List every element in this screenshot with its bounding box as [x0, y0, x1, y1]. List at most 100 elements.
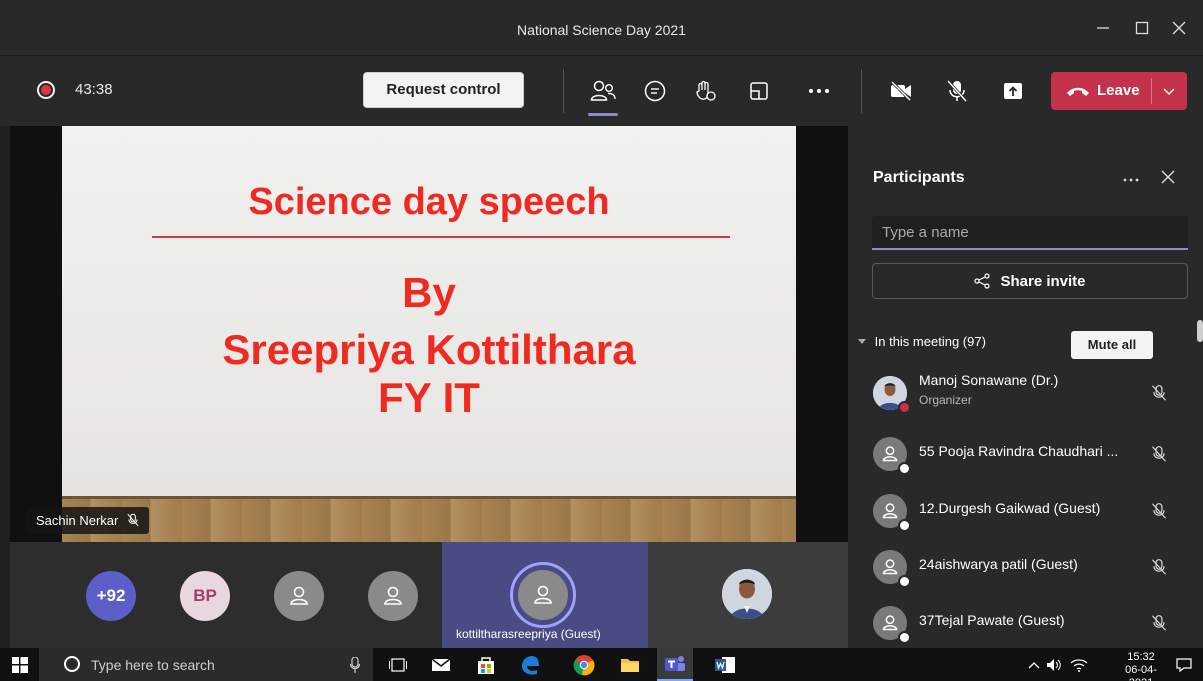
system-clock[interactable]: 15:32 06-04-2021 [1114, 651, 1168, 681]
close-icon [1161, 170, 1175, 184]
word-app-button[interactable] [707, 648, 743, 681]
share-invite-button[interactable]: Share invite [872, 263, 1188, 299]
volume-icon[interactable] [1046, 658, 1062, 672]
participant-search-input[interactable]: Type a name [872, 216, 1188, 250]
word-icon [715, 656, 735, 673]
person-icon [882, 615, 898, 631]
overflow-participants-button[interactable]: +92 [86, 571, 136, 621]
mic-off-icon [1152, 503, 1166, 519]
teams-icon [665, 655, 685, 671]
maximize-button[interactable] [1127, 14, 1157, 44]
window-title: National Science Day 2021 [517, 22, 686, 38]
store-app-button[interactable] [468, 648, 504, 681]
presentation-slide: Science day speech By Sreepriya Kottilth… [62, 126, 796, 542]
share-icon [974, 273, 991, 289]
mute-all-button[interactable]: Mute all [1071, 331, 1153, 359]
chevron-down-icon[interactable] [1163, 88, 1175, 96]
participant-name: 12.Durgesh Gaikwad (Guest) [919, 500, 1101, 516]
avatar[interactable] [368, 571, 418, 621]
toolbar-divider [563, 69, 564, 113]
share-invite-label: Share invite [1000, 272, 1086, 290]
mic-off-icon [1152, 385, 1166, 401]
chevron-up-icon[interactable] [1028, 661, 1040, 669]
wifi-icon[interactable] [1070, 658, 1088, 672]
mic-off-icon [946, 79, 968, 103]
participant-gallery: +92 BP kottiltharasreepriya (Guest) [10, 542, 848, 648]
panel-title: Participants [873, 169, 965, 186]
raise-hand-icon [696, 80, 716, 101]
participants-panel: Participants Type a name Share invite In… [848, 126, 1203, 648]
edge-browser-icon [522, 655, 539, 675]
caret-down-icon [858, 339, 866, 344]
scrollbar-thumb[interactable] [1197, 320, 1203, 342]
avatar[interactable] [274, 571, 324, 621]
show-chat-button[interactable] [638, 74, 672, 108]
file-explorer-button[interactable] [612, 648, 648, 681]
minimize-button[interactable] [1088, 14, 1118, 44]
participant-row[interactable]: 24aishwarya patil (Guest) [848, 542, 1203, 600]
panel-more-button[interactable] [1123, 170, 1139, 188]
edge-app-button[interactable] [512, 648, 548, 681]
person-icon [882, 559, 898, 575]
leave-divider [1151, 78, 1152, 104]
mail-app-button[interactable] [423, 648, 459, 681]
participant-row[interactable]: Manoj Sonawane (Dr.) Organizer [848, 368, 1203, 426]
mic-off-icon [127, 513, 139, 527]
close-window-button[interactable] [1164, 14, 1194, 44]
share-screen-button[interactable] [996, 74, 1030, 108]
status-badge [898, 631, 911, 644]
start-button[interactable] [2, 648, 38, 681]
active-speaker-tile[interactable]: kottiltharasreepriya (Guest) [442, 542, 648, 648]
recording-icon [37, 81, 55, 99]
task-view-button[interactable] [380, 648, 416, 681]
windows-taskbar: Type here to search 15:32 06-04-2021 [0, 648, 1203, 681]
participant-tile[interactable] [648, 542, 848, 648]
leave-button[interactable]: Leave [1051, 72, 1187, 110]
avatar-photo [722, 569, 772, 619]
raise-hand-button[interactable] [688, 74, 722, 108]
participant-name: 24aishwarya patil (Guest) [919, 556, 1078, 572]
section-label: In this meeting (97) [874, 334, 986, 349]
in-meeting-section-header[interactable]: In this meeting (97) [858, 334, 986, 349]
participant-role: Organizer [919, 393, 972, 407]
status-badge [898, 401, 911, 414]
avatar-initials[interactable]: BP [180, 571, 230, 621]
participant-name: Manoj Sonawane (Dr.) [919, 372, 1059, 388]
request-control-button[interactable]: Request control [363, 72, 524, 108]
breakout-rooms-button[interactable] [742, 74, 776, 108]
meeting-toolbar: 43:38 Request control Leave [0, 56, 1203, 126]
chat-icon [644, 80, 666, 102]
camera-off-icon [890, 80, 912, 102]
chrome-browser-icon [573, 654, 595, 675]
folder-icon [621, 658, 639, 672]
notification-icon[interactable] [1176, 657, 1192, 673]
panel-close-button[interactable] [1160, 168, 1176, 191]
participant-row[interactable]: 55 Pooja Ravindra Chaudhari ... [848, 429, 1203, 487]
person-icon [290, 586, 308, 605]
clock-date: 06-04-2021 [1125, 664, 1157, 681]
more-actions-button[interactable] [802, 74, 836, 108]
slide-class: FY IT [378, 374, 480, 421]
taskbar-search-input[interactable]: Type here to search [39, 648, 373, 681]
profile-photo-icon [722, 569, 772, 619]
mic-off-icon [1152, 559, 1166, 575]
more-icon [809, 89, 829, 93]
mic-off-icon [1152, 615, 1166, 631]
status-badge [898, 462, 911, 475]
camera-toggle-button[interactable] [884, 74, 918, 108]
maximize-icon [1135, 21, 1149, 35]
participant-row[interactable]: 12.Durgesh Gaikwad (Guest) [848, 486, 1203, 544]
show-participants-button[interactable] [586, 74, 620, 116]
slide-title: Science day speech [248, 181, 610, 223]
chrome-app-button[interactable] [566, 648, 602, 681]
person-icon [882, 446, 898, 462]
microphone-icon[interactable] [350, 657, 360, 673]
teams-app-button[interactable] [657, 648, 693, 681]
participant-name: 37Tejal Pawate (Guest) [919, 612, 1065, 628]
mic-toggle-button[interactable] [940, 74, 974, 108]
avatar [518, 570, 568, 620]
more-icon [1123, 178, 1139, 182]
tile-participant-name: kottiltharasreepriya (Guest) [456, 627, 601, 641]
windows-logo-icon [12, 656, 28, 673]
title-bar: National Science Day 2021 [0, 0, 1203, 56]
